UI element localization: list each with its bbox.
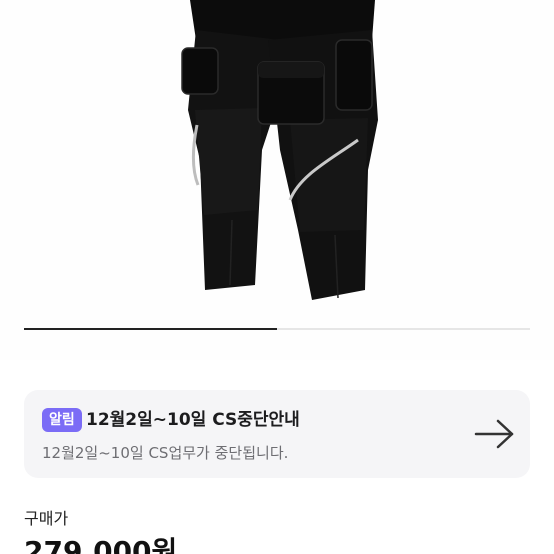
- image-carousel-progress: [24, 328, 530, 330]
- arrow-right-icon[interactable]: [474, 417, 516, 451]
- notice-badge: 알림: [42, 408, 82, 432]
- price-label: 구매가: [24, 509, 69, 528]
- carousel-progress-fill: [24, 328, 277, 330]
- cargo-pants-illustration: [181, 0, 378, 300]
- notice-description: 12월2일~10일 CS업무가 중단됩니다.: [42, 444, 289, 462]
- notice-card[interactable]: 알림 12월2일~10일 CS중단안내 12월2일~10일 CS업무가 중단됩니…: [24, 390, 530, 478]
- product-image[interactable]: [0, 0, 554, 360]
- price-value: 279,000원: [24, 535, 178, 554]
- notice-title: 12월2일~10일 CS중단안내: [86, 410, 300, 430]
